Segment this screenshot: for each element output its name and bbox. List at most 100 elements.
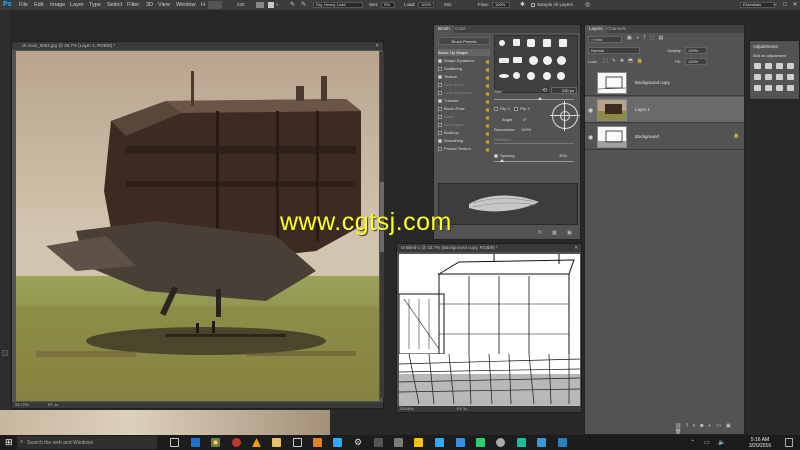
visibility-eye-icon[interactable]: ◉ [588, 134, 593, 141]
folder-icon[interactable] [414, 438, 423, 447]
document-tab-painting[interactable]: ck scan_0004.jpg @ 28.7% (Layer 1, RGB/8… [12, 42, 383, 50]
levels-icon[interactable] [765, 63, 772, 69]
brush-option-build-up[interactable]: Build-up 🔒 [438, 129, 490, 136]
menu-layer[interactable]: Layer [70, 0, 84, 10]
pressure-icon[interactable]: ◎ [585, 1, 590, 9]
brightness-icon[interactable] [754, 63, 761, 69]
brush-tip-swatch[interactable] [499, 58, 509, 63]
flip-x-checkbox[interactable] [494, 106, 498, 111]
layer-row-background[interactable]: ◉ Background 🔒 [585, 124, 744, 150]
spacing-checkbox[interactable] [494, 153, 498, 158]
document-close-icon[interactable]: ✕ [375, 42, 379, 50]
brush-tip-swatch[interactable] [499, 74, 509, 78]
brush-tool-icon[interactable] [208, 1, 222, 9]
zoom-level[interactable]: 33.68% [400, 406, 414, 411]
lock-icon[interactable]: 🔒 [485, 114, 490, 121]
doc-info[interactable]: Ef: 1x [457, 406, 467, 412]
dropdown-icon[interactable]: ▾ [276, 1, 278, 9]
lock-icon[interactable]: 🔒 [485, 122, 490, 129]
lock-icon[interactable]: 🔒 [485, 82, 490, 89]
black-white-icon[interactable] [787, 74, 794, 80]
menu-file[interactable]: File [19, 0, 28, 10]
airbrush-icon[interactable]: ✱ [520, 1, 525, 9]
option-checkbox[interactable] [438, 74, 442, 79]
toggle-live-tip-icon[interactable]: ⇱ [538, 230, 542, 236]
option-checkbox[interactable] [438, 58, 442, 63]
network-icon[interactable]: ▭ [704, 439, 710, 446]
tab-color[interactable]: Color [451, 25, 470, 33]
vlc-icon[interactable] [252, 438, 261, 447]
layer-actions-bar[interactable]: ⛓fx◙◐▭▣🗑 [675, 423, 744, 435]
app-icon[interactable] [293, 438, 302, 447]
brush-option-dual-brush[interactable]: Dual Brush 🔒 [438, 81, 490, 88]
menu-image[interactable]: Image [50, 0, 65, 10]
layer-thumbnail[interactable] [597, 99, 627, 121]
brush-option-wet-edges[interactable]: Wet Edges 🔒 [438, 121, 490, 128]
menu-view[interactable]: View [158, 0, 170, 10]
curves-icon[interactable] [776, 63, 783, 69]
exposure-icon[interactable] [787, 63, 794, 69]
flip-y[interactable]: Flip Y [514, 106, 530, 111]
layer-name[interactable]: Background copy [635, 80, 670, 85]
brush-tip-swatch[interactable] [513, 72, 520, 79]
gradient-map-icon[interactable] [787, 85, 794, 91]
brush-option-noise[interactable]: Noise 🔒 [438, 113, 490, 120]
lock-icon[interactable]: 🔒 [485, 138, 490, 145]
brush-angle-preview[interactable] [550, 101, 580, 131]
grid-icon[interactable]: ▦ [552, 230, 557, 236]
brush-option-texture[interactable]: Texture 🔒 [438, 73, 490, 80]
file-explorer-icon[interactable] [272, 438, 281, 447]
flip-y-checkbox[interactable] [514, 106, 518, 111]
visibility-eye-icon[interactable]: ◉ [588, 107, 593, 114]
app-icon[interactable] [476, 438, 485, 447]
lock-icon[interactable]: 🔒 [485, 90, 490, 97]
layer-filter-icons[interactable]: ▣◑T⬚▤ [627, 35, 667, 41]
brush-tip-swatch[interactable] [513, 57, 522, 63]
brush-presets-button[interactable]: Brush Presets [438, 37, 490, 45]
layer-name[interactable]: Background [635, 134, 659, 139]
tab-channels[interactable]: Channels [603, 25, 630, 33]
option-checkbox[interactable] [438, 98, 442, 103]
windows-start-icon[interactable]: ⊞ [5, 438, 13, 447]
brush-size-value[interactable]: 230 [237, 1, 245, 9]
app-icon[interactable] [558, 438, 567, 447]
wet-field[interactable]: 0% [381, 2, 395, 8]
brush-tip-swatch[interactable] [557, 56, 566, 65]
lock-icon[interactable]: 🔒 [485, 106, 490, 113]
size-slider[interactable] [494, 99, 574, 100]
brush-tip-swatch[interactable] [543, 39, 551, 47]
tool-icon[interactable] [2, 350, 8, 356]
brush-option-tip-shape[interactable]: Brush Tip Shape [438, 49, 490, 56]
brush-tip-swatch[interactable] [499, 40, 505, 46]
mix-brush-load-icon[interactable]: ✎ [290, 1, 295, 9]
load-field[interactable]: 100% [418, 2, 434, 8]
app-icon[interactable] [374, 438, 383, 447]
brush-option-protect-texture[interactable]: Protect Texture 🔒 [438, 145, 490, 152]
mix-brush-clean-icon[interactable]: ✎ [301, 1, 306, 9]
folder-icon[interactable]: ▭ [716, 423, 726, 429]
app-icon[interactable] [435, 438, 444, 447]
brush-option-smoothing[interactable]: Smoothing 🔒 [438, 137, 490, 144]
zoom-level[interactable]: 28.72% [15, 402, 29, 407]
sketch-canvas[interactable] [399, 254, 580, 406]
lock-icon[interactable]: 🔒 [485, 58, 490, 65]
app-icon[interactable] [537, 438, 546, 447]
maximize-icon[interactable]: □ [780, 0, 790, 10]
menu-help[interactable]: H [201, 0, 205, 10]
option-checkbox[interactable] [438, 130, 442, 135]
brush-tip-grid[interactable] [494, 35, 578, 93]
layer-row-background-copy[interactable]: Background copy [585, 70, 744, 96]
invert-icon[interactable] [754, 85, 761, 91]
angle-field[interactable]: 0° [523, 117, 527, 122]
option-checkbox[interactable] [438, 114, 442, 119]
settings-icon[interactable]: ⚙ [354, 438, 363, 447]
slider-handle[interactable] [538, 97, 542, 100]
lock-icon[interactable]: 🔒 [485, 146, 490, 153]
option-checkbox[interactable] [438, 138, 442, 143]
brush-option-color-dynamics[interactable]: Color Dynamics 🔒 [438, 89, 490, 96]
lock-icon[interactable]: 🔒 [485, 130, 490, 137]
size-field[interactable]: 230 px [551, 87, 577, 94]
brush-tip-swatch[interactable] [559, 39, 567, 47]
sample-all-layers-checkbox[interactable] [531, 3, 535, 7]
flow-field[interactable]: 100% [492, 2, 510, 8]
